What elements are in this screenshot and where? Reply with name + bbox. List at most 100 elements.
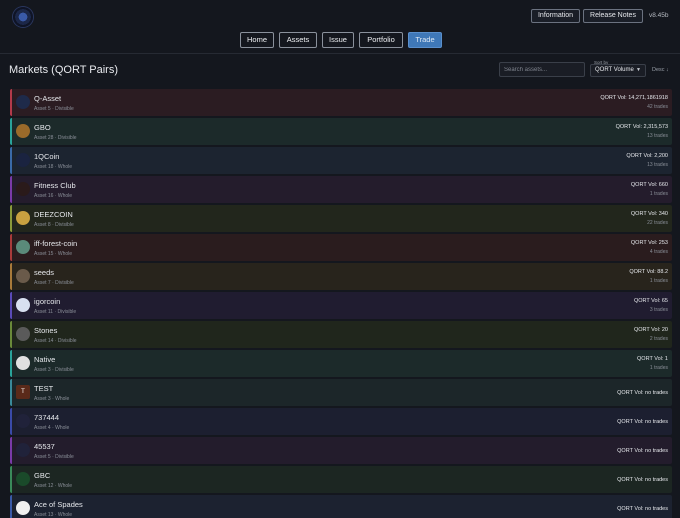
market-volume: QORT Vol: 20 (633, 327, 668, 333)
market-name: iff-forest-coin (34, 239, 78, 248)
market-asset-info: Asset 12 · Whole (34, 483, 73, 489)
page-title: Markets (QORT Pairs) (9, 64, 118, 76)
market-asset-info: Asset 5 · Divisible (34, 454, 74, 460)
market-asset-info: Asset 28 · Divisible (34, 135, 77, 141)
market-row[interactable]: DEEZCOIN Asset 8 · Divisible QORT Vol: 340… (10, 205, 672, 232)
market-row[interactable]: Native Asset 3 · Divisible QORT Vol: 1 1 tr… (10, 350, 672, 377)
spade-icon (16, 501, 30, 515)
market-row[interactable]: seeds Asset 7 · Divisible QORT Vol: 88.2 1 … (10, 263, 672, 290)
market-row[interactable]: T TEST Asset 3 · Whole QORT Vol: no trades (10, 379, 672, 406)
market-trade-count: 1 trades (649, 365, 668, 371)
forest-coin-icon (16, 240, 30, 254)
tab-portfolio[interactable]: Portfolio (359, 32, 403, 48)
market-asset-info: Asset 16 · Whole (34, 193, 73, 199)
market-row[interactable]: 1QCoin Asset 18 · Whole QORT Vol: 2,200 13 … (10, 147, 672, 174)
market-name: igorcoin (34, 297, 61, 306)
native-icon (16, 356, 30, 370)
market-trade-count: 3 trades (649, 307, 668, 313)
market-asset-info: Asset 18 · Whole (34, 164, 73, 170)
market-trade-count: 1 trades (649, 191, 668, 197)
market-name: Native (34, 355, 56, 364)
q-coin-icon (16, 153, 30, 167)
top-bar: Information Release Notes v8.45b (0, 0, 680, 32)
market-volume: QORT Vol: 65 (633, 298, 668, 304)
tab-trade[interactable]: Trade (408, 32, 442, 48)
market-volume: QORT Vol: no trades (617, 448, 668, 454)
market-name: Ace of Spades (34, 500, 83, 509)
sort-value: QORT Volume (595, 67, 634, 73)
market-name: GBO (34, 123, 51, 132)
market-volume: QORT Vol: no trades (617, 477, 668, 483)
market-trade-count: 1 trades (649, 278, 668, 284)
sort-direction-button[interactable]: Desc ↓ (652, 67, 669, 73)
market-asset-info: Asset 5 · Divisible (34, 106, 74, 112)
deezcoin-icon (16, 211, 30, 225)
market-volume: QORT Vol: 2,200 (626, 153, 668, 159)
market-trade-count: 13 trades (647, 162, 668, 168)
tab-issue[interactable]: Issue (322, 32, 354, 48)
market-trade-count: 4 trades (649, 249, 668, 255)
igorcoin-icon (16, 298, 30, 312)
market-volume: QORT Vol: no trades (617, 419, 668, 425)
market-name: 1QCoin (34, 152, 60, 161)
sort-select[interactable]: QORT Volume ▼ (590, 64, 646, 77)
market-name: GBC (34, 471, 51, 480)
market-name: seeds (34, 268, 55, 277)
tab-home[interactable]: Home (240, 32, 274, 48)
market-volume: QORT Vol: 660 (630, 182, 668, 188)
market-name: 45537 (34, 442, 55, 451)
header-divider (0, 53, 680, 54)
market-asset-info: Asset 13 · Whole (34, 512, 73, 518)
market-row[interactable]: GBO Asset 28 · Divisible QORT Vol: 2,315,5… (10, 118, 672, 145)
market-row[interactable]: 737444 Asset 4 · Whole QORT Vol: no trades (10, 408, 672, 435)
gold-bar-icon (16, 124, 30, 138)
market-row[interactable]: Fitness Club Asset 16 · Whole QORT Vol: 66… (10, 176, 672, 203)
qortal-logo-icon[interactable] (13, 7, 33, 27)
search-input[interactable] (499, 62, 585, 77)
market-asset-info: Asset 3 · Whole (34, 396, 70, 402)
gbc-icon (16, 472, 30, 486)
market-asset-info: Asset 7 · Divisible (34, 280, 74, 286)
release-notes-button[interactable]: Release Notes (583, 9, 643, 23)
market-row[interactable]: GBC Asset 12 · Whole QORT Vol: no trades (10, 466, 672, 493)
market-name: Q-Asset (34, 94, 62, 103)
fitness-club-icon (16, 182, 30, 196)
seeds-icon (16, 269, 30, 283)
market-trade-count: 42 trades (647, 104, 668, 110)
market-volume: QORT Vol: 2,315,573 (615, 124, 668, 130)
market-asset-info: Asset 15 · Whole (34, 251, 73, 257)
market-asset-info: Asset 11 · Divisible (34, 309, 77, 315)
stones-icon (16, 327, 30, 341)
market-name: 737444 (34, 413, 60, 422)
market-asset-info: Asset 4 · Whole (34, 425, 70, 431)
market-volume: QORT Vol: no trades (617, 390, 668, 396)
market-asset-info: Asset 3 · Divisible (34, 367, 74, 373)
market-name: TEST (34, 384, 54, 393)
market-asset-info: Asset 14 · Divisible (34, 338, 77, 344)
market-row[interactable]: Q-Asset Asset 5 · Divisible QORT Vol: 14,2… (10, 89, 672, 116)
market-asset-info: Asset 8 · Divisible (34, 222, 74, 228)
market-trade-count: 13 trades (647, 133, 668, 139)
version-label: v8.45b (649, 12, 669, 19)
market-name: Stones (34, 326, 58, 335)
market-name: DEEZCOIN (34, 210, 73, 219)
market-trade-count: 2 trades (649, 336, 668, 342)
market-row[interactable]: igorcoin Asset 11 · Divisible QORT Vol: 65… (10, 292, 672, 319)
market-volume: QORT Vol: 88.2 (629, 269, 668, 275)
market-row[interactable]: Stones Asset 14 · Divisible QORT Vol: 20 2 … (10, 321, 672, 348)
market-volume: QORT Vol: 14,271,1861918 (600, 95, 668, 101)
hosting-house-icon (16, 443, 30, 457)
market-volume: QORT Vol: 1 (637, 356, 668, 362)
market-volume: QORT Vol: 253 (630, 240, 668, 246)
hosting-house-icon (16, 414, 30, 428)
chevron-down-icon: ▼ (636, 67, 641, 73)
market-row[interactable]: 45537 Asset 5 · Divisible QORT Vol: no tra… (10, 437, 672, 464)
test-icon: T (16, 385, 30, 399)
tab-assets[interactable]: Assets (279, 32, 317, 48)
market-row[interactable]: Ace of Spades Asset 13 · Whole QORT Vol: n… (10, 495, 672, 518)
market-row[interactable]: iff-forest-coin Asset 15 · Whole QORT Vol:… (10, 234, 672, 261)
q-asset-icon (16, 95, 30, 109)
market-name: Fitness Club (34, 181, 76, 190)
information-button[interactable]: Information (531, 9, 580, 23)
market-volume: QORT Vol: no trades (617, 506, 668, 512)
